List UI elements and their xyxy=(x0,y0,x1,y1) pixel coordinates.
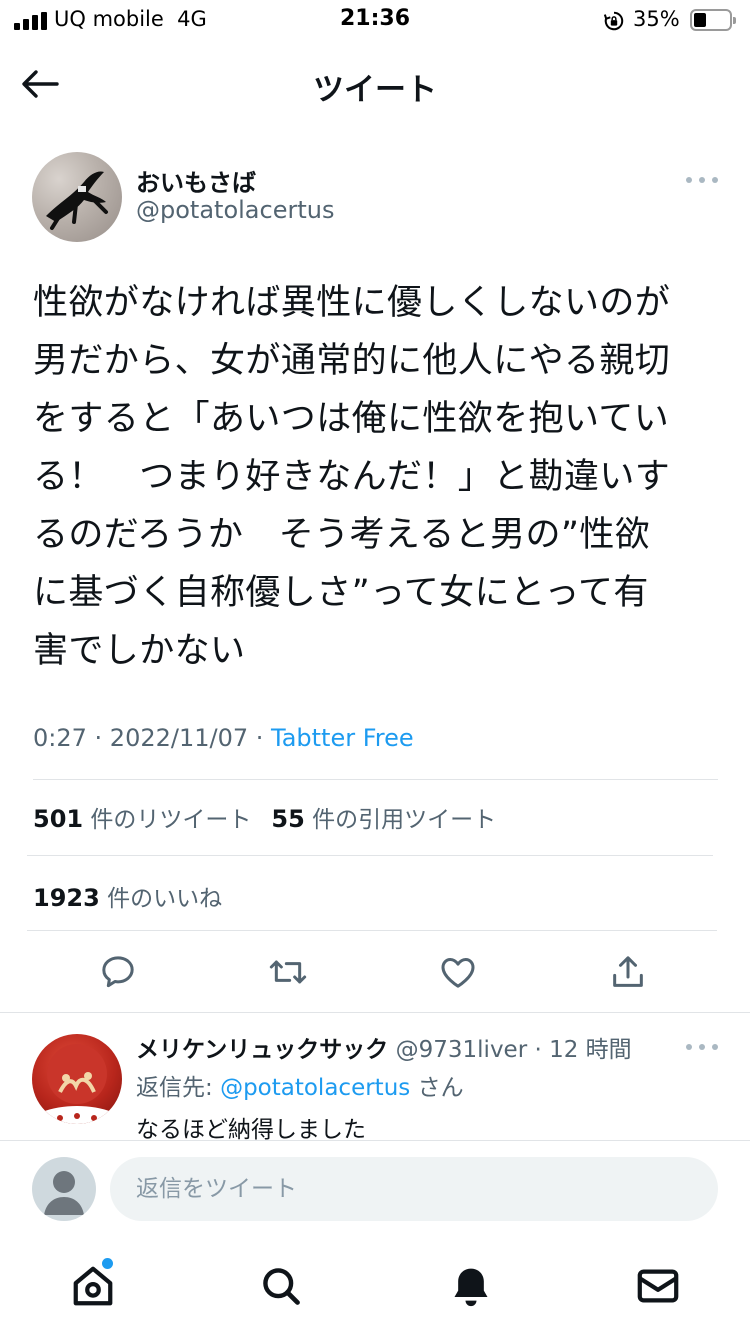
tweet-text-line: 害でしかない xyxy=(33,631,246,671)
tweet-text-line: 性欲がなければ異性に優しくしないのが xyxy=(33,283,671,323)
retweet-button[interactable] xyxy=(266,950,310,994)
reply-time: 12 時間 xyxy=(549,1037,632,1063)
tweet-more-button[interactable] xyxy=(686,174,718,186)
tweet-text-line: る！ つまり好きなんだ！」と勘違いす xyxy=(33,457,671,497)
battery-percent: 35% xyxy=(633,7,680,31)
heart-icon xyxy=(441,958,475,988)
notifications-icon xyxy=(454,1268,488,1307)
tweet-text-line: るのだろうか そう考えると男の”性欲 xyxy=(33,515,651,555)
tab-notifications[interactable] xyxy=(441,1258,501,1314)
divider xyxy=(0,1012,750,1013)
like-button[interactable] xyxy=(436,950,480,994)
lizard-photo-image xyxy=(46,171,108,230)
reply-more-button[interactable] xyxy=(686,1041,718,1053)
retweet-stats: 501 件のリツイート 55 件の引用ツイート xyxy=(33,800,496,834)
battery-icon xyxy=(690,9,736,31)
reply-author-name[interactable]: メリケンリュックサック xyxy=(136,1037,388,1063)
reply-compose-bar xyxy=(0,1140,750,1240)
tab-search[interactable] xyxy=(251,1258,311,1314)
tweet-date: 2022/11/07 xyxy=(109,724,249,752)
retweets-stat[interactable]: 501 件のリツイート xyxy=(33,805,251,833)
reply-text: なるほど納得しました xyxy=(136,1117,366,1143)
divider xyxy=(27,855,713,856)
search-icon xyxy=(263,1268,300,1305)
status-bar: UQ mobile 4G 21:36 35% xyxy=(0,0,750,44)
tab-home[interactable] xyxy=(63,1258,123,1314)
reply-button[interactable] xyxy=(96,950,140,994)
comment-icon xyxy=(102,956,134,988)
tweet-text: 性欲がなければ異性に優しくしないのが 男だから、女が通常的に他人にやる親切 をす… xyxy=(33,274,717,680)
tweet-actions xyxy=(0,944,750,1000)
messages-icon xyxy=(637,1269,679,1303)
retweet-icon xyxy=(269,960,307,984)
tweet-meta: 0:27 · 2022/11/07 · Tabtter Free xyxy=(33,724,414,752)
home-icon xyxy=(73,1266,113,1306)
reply-to-line: 返信先: @potatolacertus さん xyxy=(136,1075,464,1101)
page-title: ツイート xyxy=(313,72,437,108)
reply-header: メリケンリュックサック @9731liver · 12 時間 xyxy=(136,1037,632,1063)
author-name[interactable]: おいもさば xyxy=(136,163,256,198)
quotes-stat[interactable]: 55 件の引用ツイート xyxy=(271,805,496,833)
tweet-text-line: 男だから、女が通常的に他人にやる親切 xyxy=(33,341,671,381)
notification-badge xyxy=(102,1258,113,1269)
author-handle[interactable]: @potatolacertus xyxy=(136,196,334,224)
tweet-source-link[interactable]: Tabtter Free xyxy=(271,724,414,752)
reply-author-handle[interactable]: @9731liver xyxy=(396,1037,528,1063)
reply-input[interactable] xyxy=(110,1157,718,1221)
rotation-lock-icon xyxy=(603,11,624,31)
likes-stat[interactable]: 1923 件のいいね xyxy=(33,879,222,913)
divider xyxy=(33,779,718,780)
default-avatar-icon xyxy=(44,1171,84,1215)
share-button[interactable] xyxy=(606,950,650,994)
author-avatar[interactable] xyxy=(32,152,122,242)
tweet-time: 0:27 xyxy=(33,724,87,752)
bottom-tab-bar xyxy=(0,1240,750,1334)
user-avatar[interactable] xyxy=(32,1157,96,1221)
divider xyxy=(27,930,717,931)
reply-to-mention[interactable]: @potatolacertus xyxy=(220,1075,410,1101)
tweet-text-line: に基づく自称優しさ”って女にとって有 xyxy=(33,573,649,613)
share-icon xyxy=(613,956,643,987)
tweet-text-line: をすると「あいつは俺に性欲を抱いてい xyxy=(33,399,670,439)
reply-avatar-image xyxy=(42,1044,112,1124)
tab-messages[interactable] xyxy=(628,1258,688,1314)
reply-author-avatar[interactable] xyxy=(32,1034,122,1124)
